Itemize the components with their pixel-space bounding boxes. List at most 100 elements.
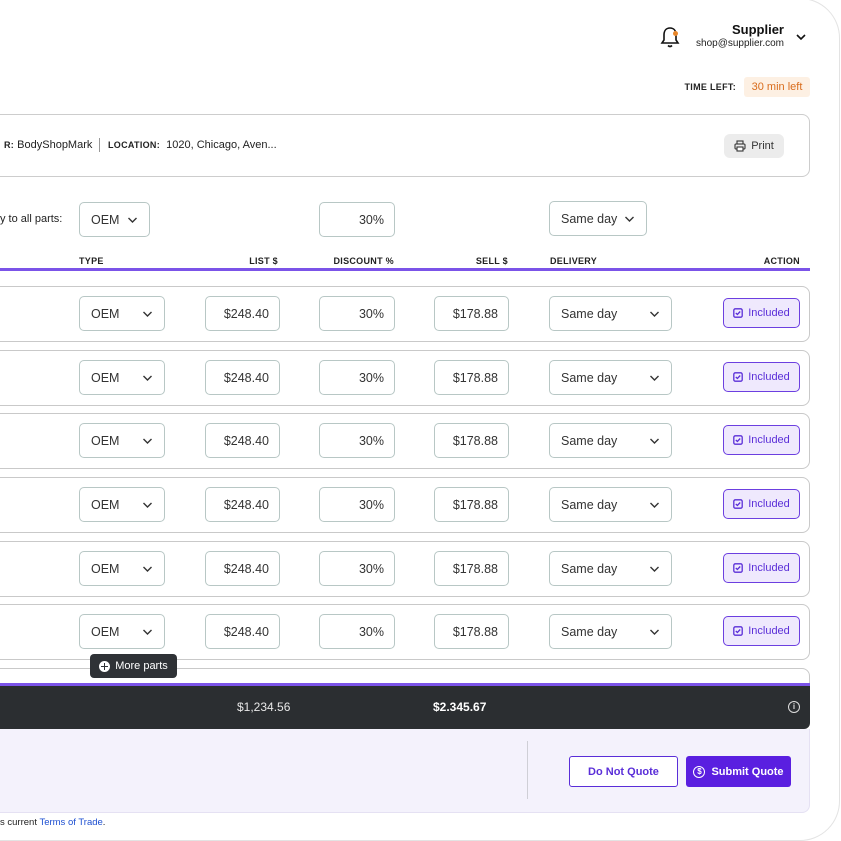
more-parts-button[interactable]: More parts [90, 654, 177, 678]
included-label: Included [748, 562, 790, 574]
chevron-down-icon [143, 375, 152, 381]
sell-price-input[interactable]: $178.88 [434, 360, 509, 395]
dollar-circle-icon: $ [693, 765, 706, 778]
discount-input[interactable]: 30% [319, 296, 395, 331]
part-type-value: OEM [91, 433, 120, 448]
chevron-down-icon [625, 216, 634, 222]
check-square-icon [733, 563, 744, 573]
apply-all-type-value: OEM [91, 212, 120, 227]
sell-price-value: $178.88 [452, 561, 498, 576]
delivery-select[interactable]: Same day [549, 487, 672, 522]
part-type-select[interactable]: OEM [79, 423, 165, 458]
part-type-select[interactable]: OEM [79, 551, 165, 586]
list-price-value: $248.40 [223, 370, 269, 385]
info-icon[interactable]: i [788, 701, 800, 713]
buyer-label: R: [4, 140, 15, 150]
list-price-input[interactable]: $248.40 [205, 551, 280, 586]
submit-quote-button[interactable]: $ Submit Quote [686, 756, 791, 787]
chevron-down-icon [143, 629, 152, 635]
list-price-input[interactable]: $248.40 [205, 614, 280, 649]
user-name[interactable]: Supplier [700, 22, 784, 37]
discount-input[interactable]: 30% [319, 423, 395, 458]
delivery-value: Same day [561, 561, 618, 576]
delivery-value: Same day [561, 497, 618, 512]
do-not-quote-button[interactable]: Do Not Quote [569, 756, 678, 787]
delivery-select[interactable]: Same day [549, 296, 672, 331]
delivery-select[interactable]: Same day [549, 423, 672, 458]
sell-price-input[interactable]: $178.88 [434, 296, 509, 331]
bell-icon[interactable] [659, 25, 681, 49]
buyer-value: BodyShopMark [17, 139, 93, 151]
sell-price-input[interactable]: $178.88 [434, 423, 509, 458]
list-price-input[interactable]: $248.40 [205, 360, 280, 395]
delivery-value: Same day [561, 306, 618, 321]
included-toggle-button[interactable]: Included [723, 298, 800, 328]
check-square-icon [733, 499, 744, 509]
chevron-down-icon [650, 375, 659, 381]
list-price-value: $248.40 [223, 561, 269, 576]
sell-price-input[interactable]: $178.88 [434, 614, 509, 649]
list-price-value: $248.40 [223, 433, 269, 448]
list-price-value: $248.40 [223, 497, 269, 512]
included-label: Included [748, 371, 790, 383]
discount-input[interactable]: 30% [319, 487, 395, 522]
discount-input[interactable]: 30% [319, 360, 395, 395]
header-underline [0, 268, 810, 271]
included-toggle-button[interactable]: Included [723, 425, 800, 455]
print-button[interactable]: Print [724, 134, 784, 158]
sell-price-value: $178.88 [452, 370, 498, 385]
included-toggle-button[interactable]: Included [723, 362, 800, 392]
delivery-value: Same day [561, 433, 618, 448]
included-label: Included [748, 307, 790, 319]
list-price-input[interactable]: $248.40 [205, 296, 280, 331]
more-parts-label: More parts [115, 660, 168, 672]
delivery-select[interactable]: Same day [549, 614, 672, 649]
user-email[interactable]: shop@supplier.com [690, 38, 784, 49]
sell-price-input[interactable]: $178.88 [434, 487, 509, 522]
discount-input[interactable]: 30% [319, 614, 395, 649]
part-type-select[interactable]: OEM [79, 487, 165, 522]
delivery-select[interactable]: Same day [549, 360, 672, 395]
part-type-select[interactable]: OEM [79, 360, 165, 395]
sell-price-value: $178.88 [452, 624, 498, 639]
included-toggle-button[interactable]: Included [723, 489, 800, 519]
printer-icon [734, 140, 746, 152]
location-label: LOCATION: [108, 140, 161, 150]
list-price-value: $248.40 [223, 306, 269, 321]
delivery-select[interactable]: Same day [549, 551, 672, 586]
buyer-info: R: BodyShopMark [4, 139, 92, 151]
included-label: Included [748, 625, 790, 637]
sell-price-value: $178.88 [452, 433, 498, 448]
part-type-select[interactable]: OEM [79, 614, 165, 649]
list-price-input[interactable]: $248.40 [205, 423, 280, 458]
included-label: Included [748, 434, 790, 446]
apply-all-discount-input[interactable]: 30% [319, 202, 395, 237]
column-header-type: TYPE [79, 256, 104, 266]
discount-input[interactable]: 30% [319, 551, 395, 586]
apply-all-delivery-select[interactable]: Same day [549, 201, 647, 236]
column-header-delivery: DELIVERY [550, 256, 598, 266]
terms-note: s current Terms of Trade. [0, 817, 105, 828]
apply-all-discount-value: 30% [358, 212, 384, 227]
chevron-down-icon [143, 502, 152, 508]
included-toggle-button[interactable]: Included [723, 616, 800, 646]
list-price-input[interactable]: $248.40 [205, 487, 280, 522]
plus-circle-icon [99, 660, 111, 672]
sell-price-input[interactable]: $178.88 [434, 551, 509, 586]
discount-value: 30% [358, 624, 384, 639]
discount-value: 30% [358, 497, 384, 512]
apply-all-type-select[interactable]: OEM [79, 202, 150, 237]
apply-all-delivery-value: Same day [561, 211, 618, 226]
chevron-down-icon [650, 438, 659, 444]
terms-link[interactable]: Terms of Trade [39, 817, 102, 828]
terms-suffix: . [102, 817, 106, 828]
included-toggle-button[interactable]: Included [723, 553, 800, 583]
location-value: 1020, Chicago, Aven... [166, 139, 277, 151]
part-type-select[interactable]: OEM [79, 296, 165, 331]
time-left-badge: 30 min left [744, 77, 810, 97]
part-type-value: OEM [91, 561, 120, 576]
check-square-icon [733, 435, 744, 445]
chevron-down-icon[interactable] [794, 30, 808, 44]
chevron-down-icon [650, 311, 659, 317]
top-bar: Supplier shop@supplier.com [0, 0, 841, 70]
